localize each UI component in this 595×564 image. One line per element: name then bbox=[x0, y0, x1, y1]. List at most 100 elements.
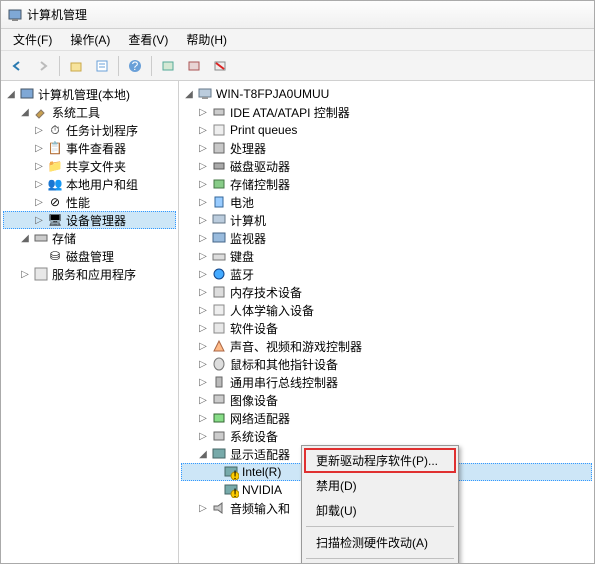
tree-label: NVIDIA bbox=[242, 483, 282, 497]
svg-text:!: ! bbox=[233, 468, 236, 480]
expand-icon[interactable]: ▷ bbox=[197, 250, 209, 262]
tree-label: 磁盘管理 bbox=[66, 248, 114, 265]
tree-item[interactable]: ▷ ⏱ 任务计划程序 bbox=[3, 121, 176, 139]
device-category[interactable]: ▷ 网络适配器 bbox=[181, 409, 592, 427]
menu-help[interactable]: 帮助(H) bbox=[178, 29, 235, 50]
expand-icon[interactable]: ▷ bbox=[197, 304, 209, 316]
props-button[interactable] bbox=[90, 54, 114, 78]
expand-icon[interactable]: ▷ bbox=[197, 160, 209, 172]
forward-button[interactable] bbox=[31, 54, 55, 78]
expand-icon[interactable]: ▷ bbox=[197, 412, 209, 424]
collapse-icon[interactable]: ◢ bbox=[19, 106, 31, 118]
expand-icon[interactable]: ▷ bbox=[197, 142, 209, 154]
expand-icon[interactable]: ▷ bbox=[33, 214, 45, 226]
tree-item[interactable]: ▷ 👥 本地用户和组 bbox=[3, 175, 176, 193]
collapse-icon[interactable]: ◢ bbox=[19, 232, 31, 244]
device-category[interactable]: ▷ 系统设备 bbox=[181, 427, 592, 445]
expand-icon[interactable]: ▷ bbox=[19, 268, 31, 280]
expand-icon[interactable]: ▷ bbox=[197, 286, 209, 298]
device-category[interactable]: ▷ 蓝牙 bbox=[181, 265, 592, 283]
help-button[interactable]: ? bbox=[123, 54, 147, 78]
storage-icon bbox=[33, 230, 49, 246]
expand-icon[interactable]: ▷ bbox=[197, 322, 209, 334]
expand-icon[interactable]: ▷ bbox=[197, 124, 209, 136]
device-category[interactable]: ▷ 计算机 bbox=[181, 211, 592, 229]
device-category[interactable]: ▷ 图像设备 bbox=[181, 391, 592, 409]
expand-icon[interactable]: ▷ bbox=[33, 142, 45, 154]
computer-icon bbox=[197, 86, 213, 102]
ctx-update-driver[interactable]: 更新驱动程序软件(P)... bbox=[304, 448, 456, 473]
main-area: ◢ 计算机管理(本地) ◢ 系统工具 ▷ ⏱ 任务计划程序 ▷ 📋 事件查看器 … bbox=[1, 81, 594, 563]
expand-icon[interactable]: ▷ bbox=[33, 160, 45, 172]
gpu-warn-icon: ! bbox=[223, 464, 239, 480]
device-category[interactable]: ▷ 电池 bbox=[181, 193, 592, 211]
menu-view[interactable]: 查看(V) bbox=[120, 29, 176, 50]
device-icon bbox=[211, 266, 227, 282]
update-button[interactable] bbox=[182, 54, 206, 78]
expand-icon[interactable]: ▷ bbox=[197, 178, 209, 190]
expand-icon[interactable]: ▷ bbox=[33, 124, 45, 136]
scan-button[interactable] bbox=[156, 54, 180, 78]
ctx-uninstall[interactable]: 卸载(U) bbox=[304, 498, 456, 523]
device-icon bbox=[211, 356, 227, 372]
expand-icon[interactable]: ▷ bbox=[197, 214, 209, 226]
expand-icon[interactable]: ▷ bbox=[33, 196, 45, 208]
tree-item[interactable]: ▷ 📁 共享文件夹 bbox=[3, 157, 176, 175]
expand-icon[interactable]: ▷ bbox=[197, 196, 209, 208]
expand-icon[interactable]: ▷ bbox=[197, 340, 209, 352]
expand-icon[interactable]: ▷ bbox=[197, 394, 209, 406]
tree-label: 设备管理器 bbox=[66, 212, 126, 229]
device-category[interactable]: ▷ IDE ATA/ATAPI 控制器 bbox=[181, 103, 592, 121]
left-tree: ◢ 计算机管理(本地) ◢ 系统工具 ▷ ⏱ 任务计划程序 ▷ 📋 事件查看器 … bbox=[3, 85, 176, 283]
device-category[interactable]: ▷ 存储控制器 bbox=[181, 175, 592, 193]
device-category[interactable]: ▷ 监视器 bbox=[181, 229, 592, 247]
tree-item[interactable]: ▷ 🖥 设备管理器 bbox=[3, 211, 176, 229]
ctx-properties[interactable]: 属性(R) bbox=[304, 562, 456, 563]
expand-icon[interactable]: ▷ bbox=[197, 430, 209, 442]
device-category[interactable]: ▷ 人体学输入设备 bbox=[181, 301, 592, 319]
device-root[interactable]: ◢ WIN-T8FPJA0UMUU bbox=[181, 85, 592, 103]
toolbar-separator bbox=[59, 56, 60, 76]
device-category[interactable]: ▷ 磁盘驱动器 bbox=[181, 157, 592, 175]
device-category[interactable]: ▷ 处理器 bbox=[181, 139, 592, 157]
expand-icon[interactable]: ▷ bbox=[197, 376, 209, 388]
expand-icon[interactable]: ▷ bbox=[197, 232, 209, 244]
device-category[interactable]: ▷ 键盘 bbox=[181, 247, 592, 265]
toolbar-separator bbox=[151, 56, 152, 76]
collapse-icon[interactable]: ◢ bbox=[197, 448, 209, 460]
ctx-scan[interactable]: 扫描检测硬件改动(A) bbox=[304, 530, 456, 555]
device-category[interactable]: ▷ 内存技术设备 bbox=[181, 283, 592, 301]
tree-services[interactable]: ▷ 服务和应用程序 bbox=[3, 265, 176, 283]
collapse-icon[interactable]: ◢ bbox=[183, 88, 195, 100]
expand-icon[interactable]: ▷ bbox=[197, 502, 209, 514]
back-button[interactable] bbox=[5, 54, 29, 78]
tree-item[interactable]: ▷ 📋 事件查看器 bbox=[3, 139, 176, 157]
tree-label: 处理器 bbox=[230, 140, 266, 157]
tree-root[interactable]: ◢ 计算机管理(本地) bbox=[3, 85, 176, 103]
device-category[interactable]: ▷ 声音、视频和游戏控制器 bbox=[181, 337, 592, 355]
tree-label: 计算机 bbox=[230, 212, 266, 229]
device-category[interactable]: ▷ 通用串行总线控制器 bbox=[181, 373, 592, 391]
expand-icon[interactable]: ▷ bbox=[197, 358, 209, 370]
expand-icon[interactable]: ▷ bbox=[197, 268, 209, 280]
tree-label: IDE ATA/ATAPI 控制器 bbox=[230, 104, 350, 121]
disk-icon: ⛁ bbox=[47, 248, 63, 264]
up-button[interactable] bbox=[64, 54, 88, 78]
menu-action[interactable]: 操作(A) bbox=[62, 29, 118, 50]
expand-icon[interactable]: ▷ bbox=[33, 178, 45, 190]
tree-storage[interactable]: ◢ 存储 bbox=[3, 229, 176, 247]
tree-item[interactable]: ⛁ 磁盘管理 bbox=[3, 247, 176, 265]
tree-system-tools[interactable]: ◢ 系统工具 bbox=[3, 103, 176, 121]
tree-label: 软件设备 bbox=[230, 320, 278, 337]
menu-file[interactable]: 文件(F) bbox=[5, 29, 60, 50]
ctx-disable[interactable]: 禁用(D) bbox=[304, 473, 456, 498]
device-category[interactable]: ▷ 鼠标和其他指针设备 bbox=[181, 355, 592, 373]
uninstall-button[interactable] bbox=[208, 54, 232, 78]
tree-label: 存储控制器 bbox=[230, 176, 290, 193]
device-icon bbox=[211, 212, 227, 228]
tree-item[interactable]: ▷ ⊘ 性能 bbox=[3, 193, 176, 211]
collapse-icon[interactable]: ◢ bbox=[5, 88, 17, 100]
device-category[interactable]: ▷ 软件设备 bbox=[181, 319, 592, 337]
device-category[interactable]: ▷ Print queues bbox=[181, 121, 592, 139]
expand-icon[interactable]: ▷ bbox=[197, 106, 209, 118]
